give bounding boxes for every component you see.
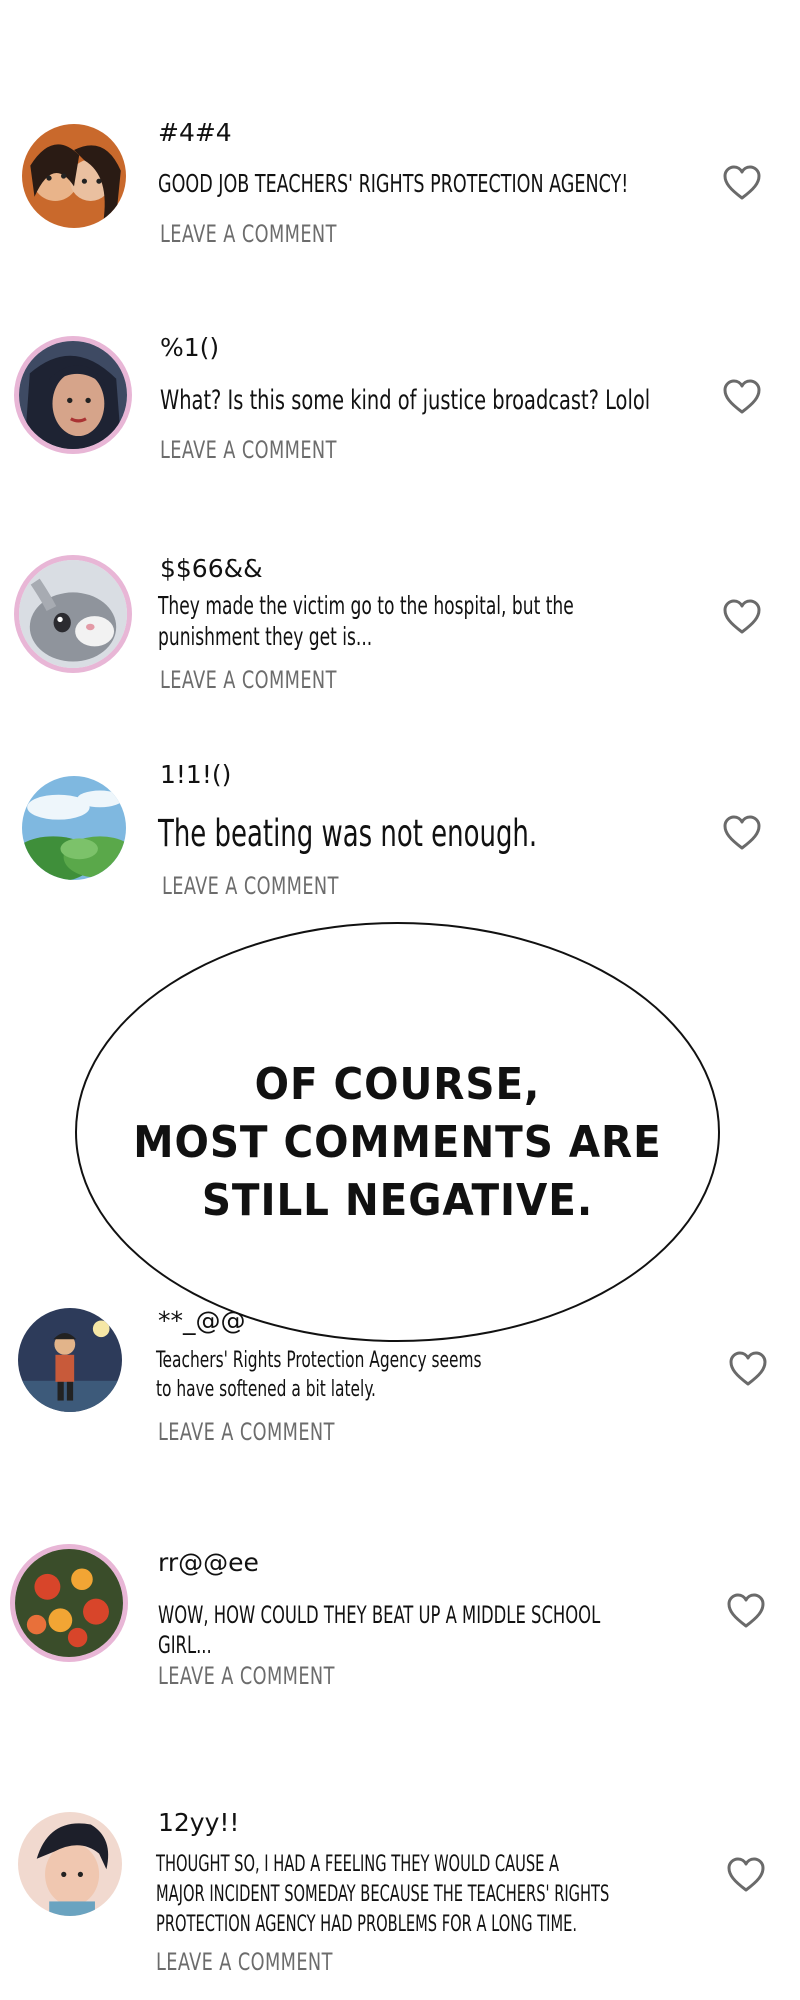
heart-icon[interactable] (722, 378, 762, 416)
comment-username: #4#4 (158, 118, 232, 147)
heart-icon[interactable] (722, 164, 762, 202)
comment-text: GOOD JOB TEACHERS' RIGHTS PROTECTION AGE… (158, 169, 629, 198)
avatar-sky-landscape-icon[interactable] (22, 776, 126, 880)
comment-username: 1!1!() (160, 760, 232, 789)
comment-username: 12yy!! (158, 1808, 240, 1837)
leave-comment-link[interactable]: LEAVE A COMMENT (160, 436, 337, 464)
speech-bubble-text: OF COURSE, MOST COMMENTS ARE STILL NEGAT… (133, 1059, 662, 1226)
avatar-two-girls-icon[interactable] (22, 124, 126, 228)
leave-comment-link[interactable]: LEAVE A COMMENT (158, 1418, 335, 1446)
comment-username: **_@@ (158, 1306, 246, 1335)
comment-text: They made the victim go to the hospital,… (158, 591, 574, 651)
heart-icon[interactable] (722, 814, 762, 852)
comment-text: The beating was not enough. (158, 812, 538, 855)
comment-text: WOW, HOW COULD THEY BEAT UP A MIDDLE SCH… (158, 1601, 601, 1659)
avatar-boy-night-icon[interactable] (18, 1308, 122, 1412)
comment-username: %1() (160, 333, 220, 362)
avatar-bunny-icon[interactable] (14, 555, 132, 673)
heart-icon[interactable] (726, 1592, 766, 1630)
comment-text: What? Is this some kind of justice broad… (160, 385, 651, 416)
heart-icon[interactable] (728, 1350, 768, 1388)
heart-icon[interactable] (726, 1856, 766, 1894)
comment-username: rr@@ee (158, 1548, 259, 1577)
avatar-woman-portrait-icon[interactable] (14, 336, 132, 454)
comment-text: Teachers' Rights Protection Agency seems… (156, 1348, 482, 1402)
leave-comment-link[interactable]: LEAVE A COMMENT (158, 1662, 335, 1690)
leave-comment-link[interactable]: LEAVE A COMMENT (160, 666, 337, 694)
avatar-dark-hair-boy-icon[interactable] (18, 1812, 122, 1916)
avatar-flowers-icon[interactable] (10, 1544, 128, 1662)
comment-username: $$66&& (160, 554, 263, 583)
leave-comment-link[interactable]: LEAVE A COMMENT (162, 872, 339, 900)
leave-comment-link[interactable]: LEAVE A COMMENT (156, 1948, 333, 1976)
leave-comment-link[interactable]: LEAVE A COMMENT (160, 220, 337, 248)
speech-bubble: OF COURSE, MOST COMMENTS ARE STILL NEGAT… (75, 922, 720, 1342)
comment-text: THOUGHT SO, I HAD A FEELING THEY WOULD C… (156, 1852, 610, 1937)
heart-icon[interactable] (722, 598, 762, 636)
